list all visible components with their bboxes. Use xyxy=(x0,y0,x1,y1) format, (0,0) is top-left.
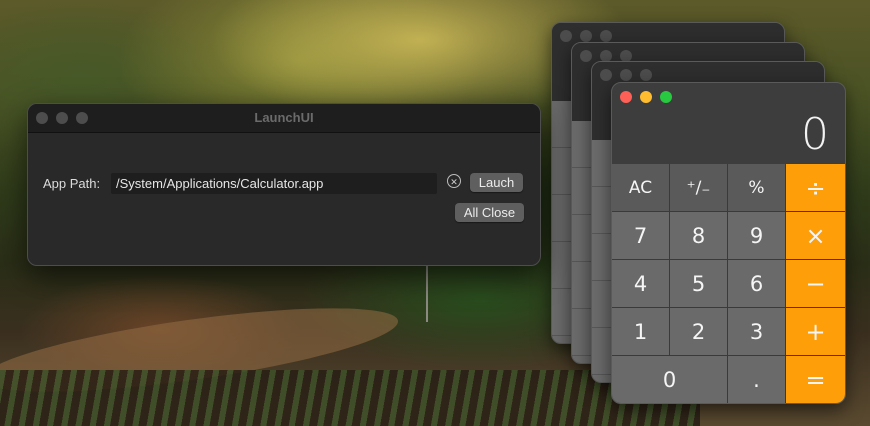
window-controls xyxy=(620,91,672,103)
clear-circle-icon[interactable]: ✕ xyxy=(447,174,461,188)
window-controls xyxy=(600,69,652,81)
key-1[interactable]: 1 xyxy=(612,308,669,355)
zoom-light-icon[interactable] xyxy=(640,69,652,81)
key-multiply[interactable]: × xyxy=(786,212,845,259)
key-3[interactable]: 3 xyxy=(728,308,785,355)
key-decimal[interactable]: . xyxy=(728,356,785,403)
all-close-button[interactable]: All Close xyxy=(455,203,524,222)
key-8[interactable]: 8 xyxy=(670,212,727,259)
calculator-keypad: AC ⁺∕₋ % ÷ 7 8 9 × 4 5 6 − 1 2 3 + 0 . = xyxy=(612,164,845,403)
app-path-label: App Path: xyxy=(43,176,101,191)
close-light-icon[interactable] xyxy=(600,69,612,81)
minimize-light-icon[interactable] xyxy=(620,69,632,81)
key-2[interactable]: 2 xyxy=(670,308,727,355)
wallpaper-pole xyxy=(426,262,428,322)
key-subtract[interactable]: − xyxy=(786,260,845,307)
key-clear[interactable]: AC xyxy=(612,164,669,211)
app-path-input[interactable] xyxy=(111,173,437,194)
key-5[interactable]: 5 xyxy=(670,260,727,307)
close-light-icon[interactable] xyxy=(620,91,632,103)
window-titlebar[interactable]: LaunchUI xyxy=(28,104,540,133)
launchui-window[interactable]: LaunchUI App Path: ✕ Lauch All Close xyxy=(27,103,541,266)
key-6[interactable]: 6 xyxy=(728,260,785,307)
key-divide[interactable]: ÷ xyxy=(786,164,845,211)
key-percent[interactable]: % xyxy=(728,164,785,211)
calculator-display: 0 xyxy=(801,109,829,160)
close-light-icon[interactable] xyxy=(580,50,592,62)
key-0[interactable]: 0 xyxy=(612,356,727,403)
zoom-light-icon[interactable] xyxy=(600,30,612,42)
window-controls xyxy=(560,30,612,42)
minimize-light-icon[interactable] xyxy=(580,30,592,42)
window-title: LaunchUI xyxy=(254,110,314,125)
close-light-icon[interactable] xyxy=(560,30,572,42)
calculator-window[interactable]: 0 AC ⁺∕₋ % ÷ 7 8 9 × 4 5 6 − 1 2 3 + 0 .… xyxy=(611,82,846,404)
minimize-light-icon[interactable] xyxy=(640,91,652,103)
key-9[interactable]: 9 xyxy=(728,212,785,259)
key-add[interactable]: + xyxy=(786,308,845,355)
key-equals[interactable]: = xyxy=(786,356,845,403)
launch-button[interactable]: Lauch xyxy=(470,173,523,192)
key-7[interactable]: 7 xyxy=(612,212,669,259)
zoom-light-icon[interactable] xyxy=(660,91,672,103)
key-sign[interactable]: ⁺∕₋ xyxy=(670,164,727,211)
key-4[interactable]: 4 xyxy=(612,260,669,307)
